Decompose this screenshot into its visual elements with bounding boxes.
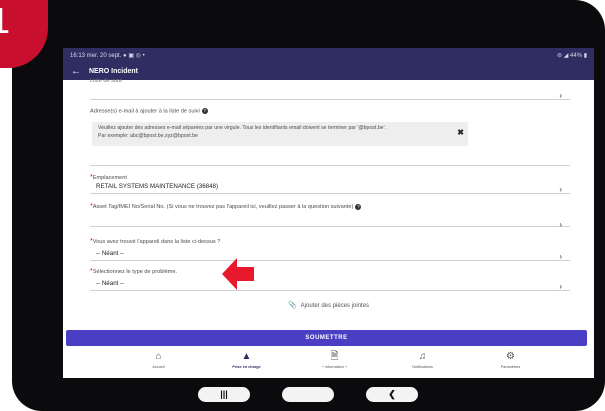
recent-apps-button[interactable]: |||	[198, 387, 250, 402]
incident-form: Liste de suivi › Adresse(s) e-mail à ajo…	[63, 78, 594, 328]
nav-item-support[interactable]: ▲ Prise en charge	[222, 350, 272, 378]
email-label: Adresse(s) e-mail à ajouter à la liste d…	[90, 108, 208, 115]
step-number: 1	[0, 0, 14, 42]
tablet-frame: 16:13 mer. 20 sept. ● ▣ ◎ • ⊜ ◢ 44% ▮ ← …	[12, 0, 605, 411]
attach-label: Ajouter des pièces jointes	[300, 303, 370, 309]
email-info-line2: Par exemple: abc@bpost.be,xyz@bpost.be	[98, 132, 198, 139]
chevron-right-icon[interactable]: ›	[559, 282, 562, 291]
asset-tag-label: *Asset Tag/IMEI No/Serial No. (Si vous n…	[90, 203, 362, 210]
chevron-right-icon[interactable]: ›	[559, 220, 562, 229]
page: 16:13 mer. 20 sept. ● ▣ ◎ • ⊜ ◢ 44% ▮ ← …	[0, 0, 605, 411]
watch-list-field[interactable]	[90, 86, 570, 100]
device-found-select[interactable]	[90, 246, 570, 261]
asset-tag-field[interactable]	[90, 212, 570, 227]
status-bar: 16:13 mer. 20 sept. ● ▣ ◎ • ⊜ ◢ 44% ▮	[63, 48, 594, 62]
watch-list-label: Liste de suivi	[90, 78, 123, 84]
app-bar: ← NERO Incident	[63, 62, 594, 80]
problem-type-label: *Sélectionnez le type de problème.	[90, 268, 178, 275]
pointer-arrow-icon	[222, 258, 254, 290]
email-info-line1: Veuillez ajouter des adresses e-mail sép…	[98, 125, 387, 131]
email-info-box: Veuillez ajouter des adresses e-mail sép…	[92, 122, 468, 146]
chevron-right-icon[interactable]: ›	[559, 185, 562, 194]
nav-label: Paramètres	[500, 365, 521, 369]
attach-files-button[interactable]: 📎 Ajouter des pièces jointes	[63, 301, 594, 309]
problem-type-select[interactable]	[90, 276, 570, 291]
help-icon[interactable]: ?	[201, 108, 208, 114]
back-hw-button[interactable]: ❮	[366, 387, 418, 402]
status-right: ⊜ ◢ 44% ▮	[557, 52, 587, 59]
chevron-right-icon[interactable]: ›	[559, 252, 562, 261]
chevron-right-icon[interactable]: ›	[559, 91, 562, 100]
nav-label: Prise en charge	[232, 365, 261, 369]
nav-item-information[interactable]: 🗎 + information +	[310, 350, 360, 378]
nav-label: + information +	[321, 365, 348, 369]
nav-item-notifications[interactable]: ♫ Notifications	[398, 350, 448, 378]
close-icon[interactable]: ✖	[457, 129, 464, 137]
bottom-nav: ⌂ Accueil ▲ Prise en charge 🗎 + informat…	[63, 350, 594, 378]
paperclip-icon: 📎	[287, 302, 297, 309]
tablet-screen: 16:13 mer. 20 sept. ● ▣ ◎ • ⊜ ◢ 44% ▮ ← …	[63, 48, 594, 378]
nav-item-settings[interactable]: ⚙ Paramètres	[486, 350, 536, 378]
document-icon: 🗎	[330, 351, 339, 362]
nav-label: Notifications	[412, 365, 433, 369]
help-icon[interactable]: ?	[355, 203, 362, 210]
home-hw-button[interactable]	[282, 387, 334, 402]
nav-item-home[interactable]: ⌂ Accueil	[134, 350, 184, 378]
home-icon: ⌂	[155, 351, 162, 362]
gear-icon: ⚙	[506, 351, 515, 362]
device-found-label: *Vous avez trouvé l'appareil dans la lis…	[90, 238, 221, 245]
arrow-left-icon[interactable]: ←	[71, 66, 81, 77]
submit-button[interactable]: SOUMETTRE	[66, 330, 587, 346]
email-field[interactable]	[90, 152, 570, 166]
nav-label: Accueil	[152, 365, 165, 369]
warning-icon: ▲	[241, 351, 252, 362]
bell-icon: ♫	[418, 351, 427, 362]
status-left: 16:13 mer. 20 sept. ● ▣ ◎ •	[70, 52, 145, 59]
page-title: NERO Incident	[89, 67, 139, 75]
location-field[interactable]	[90, 180, 570, 194]
